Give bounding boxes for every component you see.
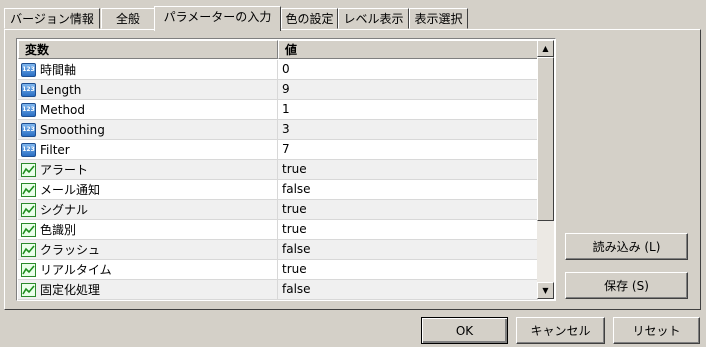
table-header: 変数 値 [18,40,538,59]
param-name-cell[interactable]: リアルタイム [18,260,278,279]
table-row[interactable]: アラート true [18,160,538,180]
boolean-param-icon [21,262,36,277]
table-row[interactable]: リアルタイム true [18,260,538,280]
param-value-cell[interactable]: true [278,160,538,179]
table-row[interactable]: 123 Filter 7 [18,140,538,160]
boolean-param-icon [21,202,36,217]
ok-button[interactable]: OK [421,317,508,344]
param-name: 色識別 [40,223,77,237]
table-row[interactable]: 123 Smoothing 3 [18,120,538,140]
param-value-cell[interactable]: 1 [278,100,538,119]
table-row[interactable]: クラッシュ false [18,240,538,260]
scroll-thumb[interactable] [537,57,554,221]
param-name-cell[interactable]: 固定化処理 [18,280,278,299]
table-row[interactable]: 123 Length 9 [18,80,538,100]
param-value-cell[interactable]: false [278,180,538,199]
param-name-cell[interactable]: クラッシュ [18,240,278,259]
param-name-cell[interactable]: 123 Length [18,80,278,99]
param-value-cell[interactable]: 0 [278,60,538,79]
reset-button[interactable]: リセット [613,317,700,344]
numeric-param-icon: 123 [21,102,36,117]
table-body: 123 時間軸 0 123 Length 9 123 Method 1 123 Smoothing 3… [18,60,538,300]
param-name-cell[interactable]: 色識別 [18,220,278,239]
param-value-cell[interactable]: 7 [278,140,538,159]
param-name: メール通知 [40,183,101,197]
param-value-cell[interactable]: 9 [278,80,538,99]
param-name-cell[interactable]: メール通知 [18,180,278,199]
column-header-variable[interactable]: 変数 [18,40,278,59]
boolean-param-icon [21,242,36,257]
cancel-button[interactable]: キャンセル [516,317,605,344]
numeric-param-icon: 123 [21,62,36,77]
param-name-cell[interactable]: シグナル [18,200,278,219]
param-value-cell[interactable]: true [278,260,538,279]
numeric-param-icon: 123 [21,82,36,97]
param-value-cell[interactable]: 3 [278,120,538,139]
tab-general[interactable]: 全般 [101,8,155,29]
scroll-down-button[interactable]: ▼ [537,282,554,299]
param-name: クラッシュ [40,243,101,257]
param-name-cell[interactable]: 123 時間軸 [18,60,278,79]
boolean-param-icon [21,222,36,237]
param-name: シグナル [40,203,89,217]
parameter-table: 変数 値 123 時間軸 0 123 Length 9 123 Method 1 123 Smoot… [16,38,556,301]
param-value-cell[interactable]: false [278,240,538,259]
tab-display-select[interactable]: 表示選択 [409,8,468,29]
param-value-cell[interactable]: true [278,200,538,219]
table-row[interactable]: シグナル true [18,200,538,220]
boolean-param-icon [21,162,36,177]
tab-parameters[interactable]: パラメーターの入力 [154,6,281,31]
param-name: 時間軸 [40,63,77,77]
numeric-param-icon: 123 [21,142,36,157]
numeric-param-icon: 123 [21,122,36,137]
table-row[interactable]: 123 Method 1 [18,100,538,120]
tab-level-display[interactable]: レベル表示 [338,8,409,29]
param-value-cell[interactable]: false [278,280,538,299]
tab-color-settings[interactable]: 色の設定 [281,8,338,29]
table-row[interactable]: 123 時間軸 0 [18,60,538,80]
save-button[interactable]: 保存 (S) [565,272,688,299]
load-button[interactable]: 読み込み (L) [565,233,688,260]
boolean-param-icon [21,282,36,297]
param-name: アラート [40,163,89,177]
table-row[interactable]: メール通知 false [18,180,538,200]
table-row[interactable]: 色識別 true [18,220,538,240]
param-value-cell[interactable]: true [278,220,538,239]
param-name: Filter [40,142,70,157]
param-name-cell[interactable]: アラート [18,160,278,179]
param-name-cell[interactable]: 123 Smoothing [18,120,278,139]
param-name: 固定化処理 [40,283,101,297]
boolean-param-icon [21,182,36,197]
param-name-cell[interactable]: 123 Filter [18,140,278,159]
param-name: Smoothing [40,122,105,137]
column-header-value[interactable]: 値 [278,40,538,59]
param-name-cell[interactable]: 123 Method [18,100,278,119]
param-name: リアルタイム [40,263,112,277]
param-name: Length [40,82,82,97]
vertical-scrollbar[interactable]: ▲ ▼ [537,40,554,299]
scroll-up-button[interactable]: ▲ [537,40,554,57]
tab-version-info[interactable]: バージョン情報 [4,8,100,29]
table-row[interactable]: 固定化処理 false [18,280,538,300]
param-name: Method [40,102,86,117]
